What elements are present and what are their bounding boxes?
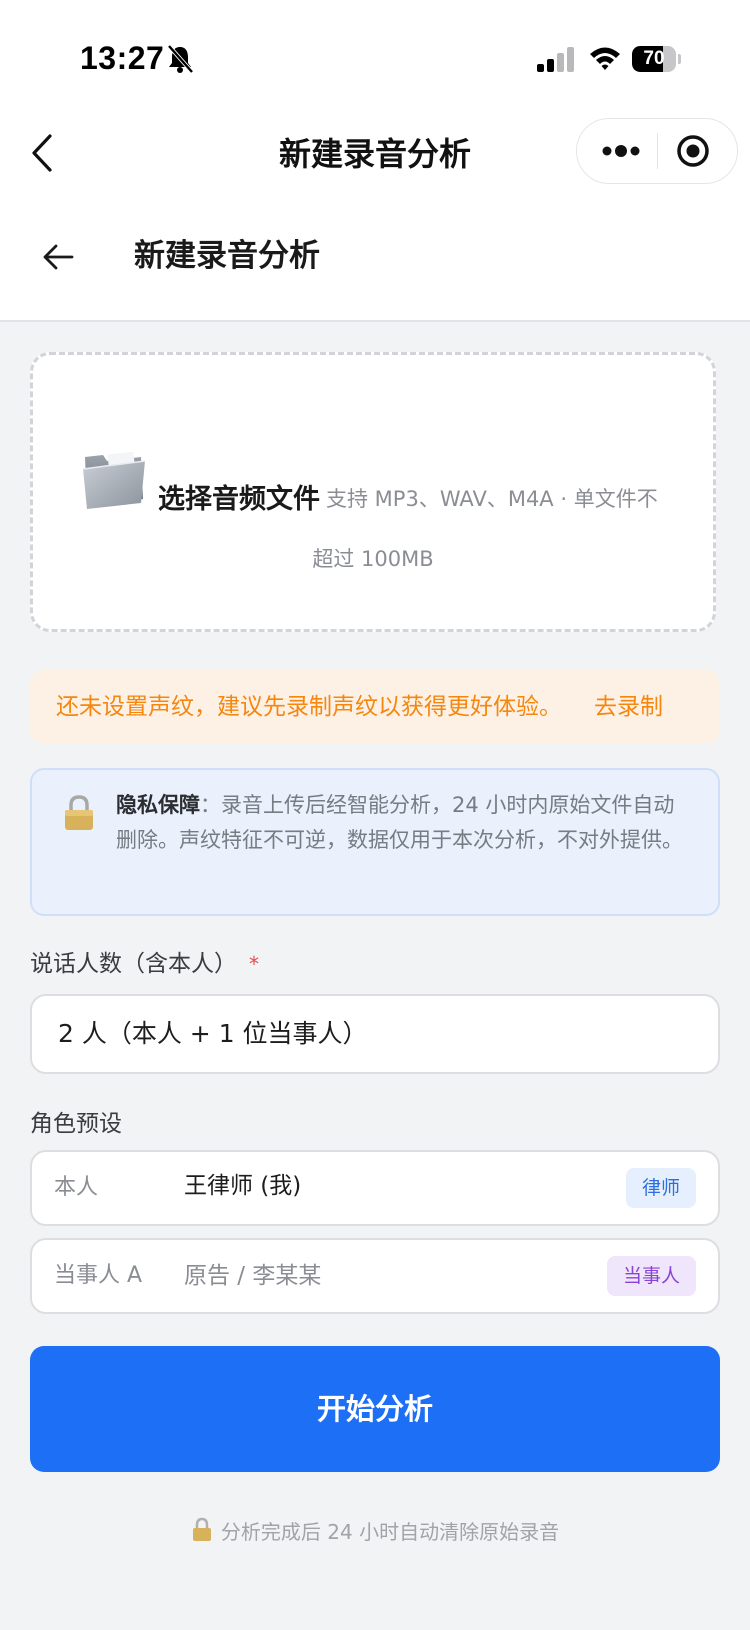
role-input-party-a[interactable]: 原告 / 李某某 xyxy=(184,1240,321,1312)
speakers-value: 2 人（本人 + 1 位当事人） xyxy=(58,1019,368,1048)
record-voiceprint-link[interactable]: 去录制 xyxy=(594,670,663,744)
role-input-self[interactable]: 王律师 (我) xyxy=(184,1166,301,1200)
cellular-signal-icon xyxy=(537,47,574,72)
start-analysis-button[interactable]: 开始分析 xyxy=(30,1346,720,1472)
role-row-party-a: 当事人 A 原告 / 李某某 当事人 xyxy=(30,1238,720,1314)
lawyer-tag: 律师 xyxy=(625,1168,696,1208)
status-bar: 13:27 70 xyxy=(0,0,750,110)
role-row-self: 本人 王律师 (我) 律师 xyxy=(30,1150,720,1226)
privacy-title: 隐私保障 xyxy=(116,793,200,817)
voiceprint-warning: 还未设置声纹，建议先录制声纹以获得更好体验。 去录制 xyxy=(30,670,720,744)
lock-icon xyxy=(65,795,93,830)
privacy-notice: 隐私保障：录音上传后经智能分析，24 小时内原始文件自动删除。声纹特征不可逆，数… xyxy=(30,768,720,916)
close-miniprogram-icon[interactable] xyxy=(675,133,711,169)
speakers-label-text: 说话人数（含本人） xyxy=(30,951,237,977)
page-title: 新建录音分析 xyxy=(134,238,320,274)
folder-icon xyxy=(82,451,146,509)
capsule-menu xyxy=(576,118,738,184)
privacy-text: 隐私保障：录音上传后经智能分析，24 小时内原始文件自动删除。声纹特征不可逆，数… xyxy=(116,788,686,858)
required-mark: * xyxy=(249,952,259,976)
roles-label: 角色预设 xyxy=(30,1111,122,1137)
speakers-label: 说话人数（含本人） * xyxy=(30,944,259,978)
speakers-select[interactable]: 2 人（本人 + 1 位当事人） xyxy=(30,994,720,1074)
warning-text: 还未设置声纹，建议先录制声纹以获得更好体验。 xyxy=(56,694,562,720)
bell-muted-icon xyxy=(167,44,194,74)
back-arrow-icon[interactable] xyxy=(42,242,76,272)
role-label-party-a: 当事人 A xyxy=(54,1263,143,1288)
status-time: 13:27 xyxy=(80,40,165,76)
client-tag: 当事人 xyxy=(606,1256,696,1296)
role-label-self: 本人 xyxy=(54,1175,99,1200)
wifi-icon xyxy=(590,47,620,70)
footer-note-text: 分析完成后 24 小时自动清除原始录音 xyxy=(220,1520,560,1544)
upload-title: 选择音频文件 xyxy=(158,484,320,515)
privacy-separator: ： xyxy=(200,793,221,817)
capsule-divider xyxy=(657,133,658,169)
upload-desc-line2: 超过 100MB xyxy=(312,547,434,571)
nav-bar: 新建录音分析 xyxy=(0,110,750,200)
audio-upload-area[interactable]: 选择音频文件 支持 MP3、WAV、M4A · 单文件不 超过 100MB xyxy=(30,352,716,632)
footer-lock-icon xyxy=(192,1517,211,1541)
upload-desc-line1: 支持 MP3、WAV、M4A · 单文件不 xyxy=(326,487,658,511)
battery-level: 70 xyxy=(643,48,665,69)
battery-icon: 70 xyxy=(632,46,681,72)
footer-note: 分析完成后 24 小时自动清除原始录音 xyxy=(0,1516,750,1545)
page-header: 新建录音分析 xyxy=(0,200,750,322)
more-dots-icon[interactable] xyxy=(599,137,643,165)
